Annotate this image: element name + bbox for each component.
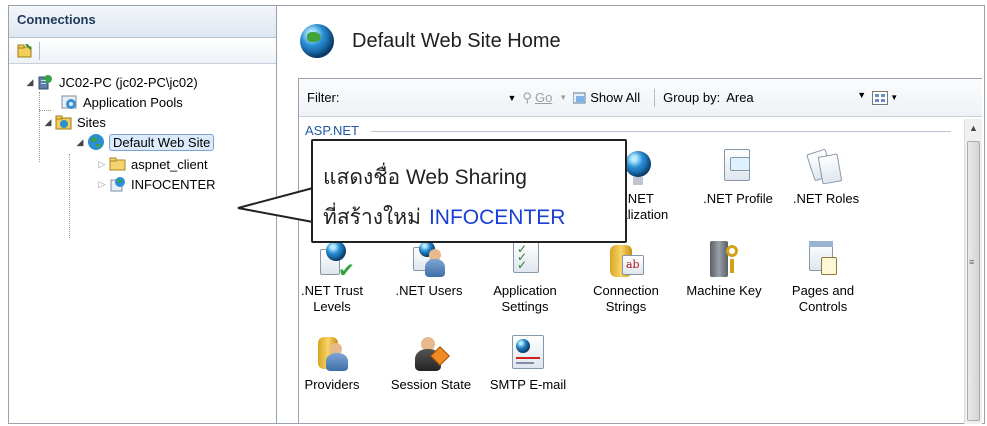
- filter-dropdown-icon[interactable]: ▼: [508, 93, 517, 103]
- pages-controls-icon: [803, 241, 843, 279]
- feature-net-users[interactable]: .NET Users: [389, 241, 469, 299]
- toolbar-separator: [39, 41, 40, 60]
- collapse-arrow-icon[interactable]: ◢: [43, 117, 53, 128]
- application-settings-icon: ✓ ✓ ✓: [505, 241, 545, 279]
- website-globe-icon: [300, 24, 334, 58]
- filter-label: Filter:: [307, 90, 340, 105]
- go-button[interactable]: ⚲ Go ▼: [522, 90, 567, 106]
- website-globe-icon: [87, 133, 105, 151]
- group-by-label: Group by:: [663, 90, 721, 105]
- tree-guide: [69, 154, 70, 238]
- section-divider: [371, 131, 951, 132]
- net-roles-icon: [806, 148, 846, 187]
- folder-icon: [109, 155, 127, 173]
- feature-pages-controls[interactable]: Pages and Controls: [783, 241, 863, 315]
- feature-connection-strings[interactable]: ab Connection Strings: [581, 241, 671, 315]
- expand-arrow-icon[interactable]: ▷: [97, 179, 107, 190]
- callout-line-2-text: ที่สร้างใหม่: [323, 206, 421, 229]
- tree-guide: [39, 110, 51, 111]
- tree-node-infocenter[interactable]: ▷ INFOCENTER: [97, 174, 216, 194]
- tree-label: Application Pools: [83, 94, 183, 110]
- tree-node-default-web-site[interactable]: ◢ Default Web Site: [75, 132, 215, 152]
- connection-strings-icon: ab: [606, 241, 646, 279]
- tree-guide: [39, 92, 40, 162]
- callout-highlight: INFOCENTER: [428, 206, 566, 229]
- scroll-up-icon[interactable]: ▲: [969, 123, 978, 133]
- scroll-grip-icon: ≡: [969, 257, 975, 267]
- tree-node-application-pools[interactable]: Application Pools: [61, 92, 183, 112]
- binoculars-icon: ⚲: [522, 89, 532, 105]
- collapse-arrow-icon[interactable]: ◢: [75, 137, 85, 148]
- callout-line-2: ที่สร้างใหม่ INFOCENTER: [323, 201, 565, 234]
- collapse-arrow-icon[interactable]: ◢: [25, 77, 35, 88]
- feature-machine-key[interactable]: Machine Key: [677, 241, 771, 299]
- scroll-thumb[interactable]: [967, 141, 980, 421]
- tree-label: aspnet_client: [131, 156, 208, 172]
- show-all-icon: [572, 92, 587, 104]
- tree-label: JC02-PC (jc02-PC\jc02): [59, 74, 198, 90]
- feature-application-settings[interactable]: ✓ ✓ ✓ Application Settings: [485, 241, 565, 315]
- machine-key-icon: [704, 241, 744, 279]
- feature-session-state[interactable]: Session State: [383, 335, 479, 393]
- group-by-select[interactable]: Area ▼: [726, 90, 866, 105]
- view-mode-icon[interactable]: ▼: [872, 90, 898, 105]
- go-dropdown-icon[interactable]: ▼: [559, 93, 567, 102]
- feature-providers[interactable]: Providers: [297, 335, 367, 393]
- connections-title: Connections: [9, 6, 276, 38]
- tree-label: INFOCENTER: [131, 176, 216, 192]
- vertical-scrollbar[interactable]: ▲ ≡: [964, 119, 982, 424]
- connections-toolbar: [9, 38, 276, 64]
- feature-net-profile[interactable]: .NET Profile: [693, 149, 783, 207]
- callout-pointer: [237, 186, 315, 224]
- server-icon: [37, 73, 55, 91]
- feature-net-trust-levels[interactable]: ✔ .NET Trust Levels: [297, 241, 367, 315]
- chevron-down-icon: ▼: [857, 90, 867, 100]
- feature-smtp-email[interactable]: SMTP E-mail: [481, 335, 575, 393]
- show-all-button[interactable]: Show All: [572, 90, 640, 106]
- section-header-aspnet: ASP.NET: [305, 123, 359, 138]
- filter-toolbar: Filter: ▼ ⚲ Go ▼ Show All Group by: Area…: [299, 79, 982, 117]
- net-users-icon: [409, 241, 449, 279]
- expand-arrow-icon[interactable]: ▷: [97, 159, 107, 170]
- annotation-callout: แสดงชื่อ Web Sharing ที่สร้างใหม่ INFOCEN…: [311, 139, 627, 243]
- application-pools-icon: [61, 93, 79, 111]
- tree-label: Sites: [77, 114, 106, 130]
- connect-icon[interactable]: [17, 42, 33, 58]
- tree-label: Default Web Site: [109, 133, 215, 151]
- application-icon: [109, 175, 127, 193]
- page-header: Default Web Site Home: [300, 24, 561, 58]
- feature-net-roles[interactable]: .NET Roles: [781, 148, 871, 207]
- toolbar-separator: [654, 88, 656, 107]
- net-trust-levels-icon: ✔: [312, 241, 355, 281]
- callout-line-1: แสดงชื่อ Web Sharing: [323, 166, 527, 189]
- providers-icon: [312, 335, 352, 373]
- sites-folder-icon: [55, 113, 73, 131]
- features-view: Filter: ▼ ⚲ Go ▼ Show All Group by: Area…: [297, 78, 982, 424]
- smtp-email-icon: [508, 335, 548, 373]
- tree-node-aspnet-client[interactable]: ▷ aspnet_client: [97, 154, 208, 174]
- session-state-icon: [411, 335, 451, 373]
- page-title: Default Web Site Home: [352, 29, 561, 52]
- net-profile-icon: [718, 149, 758, 187]
- tree-node-sites[interactable]: ◢ Sites: [43, 112, 106, 132]
- filter-input[interactable]: [352, 87, 502, 109]
- tree-node-server[interactable]: ◢ JC02-PC (jc02-PC\jc02): [25, 72, 198, 92]
